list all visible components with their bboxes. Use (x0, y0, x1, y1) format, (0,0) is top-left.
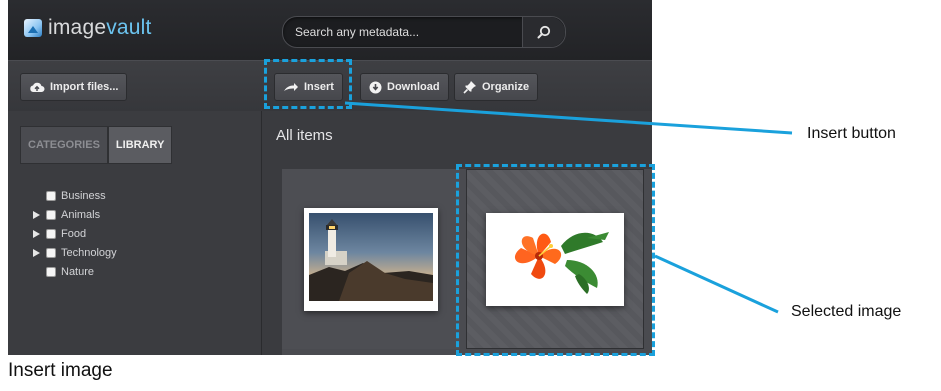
insert-button-note: Insert button (807, 125, 896, 142)
figure-caption: Insert image (8, 360, 113, 381)
selected-image-note: Selected image (791, 303, 902, 320)
callout-lines (344, 101, 793, 314)
insert-callout-line (344, 101, 793, 135)
selected-callout-line (654, 254, 779, 314)
